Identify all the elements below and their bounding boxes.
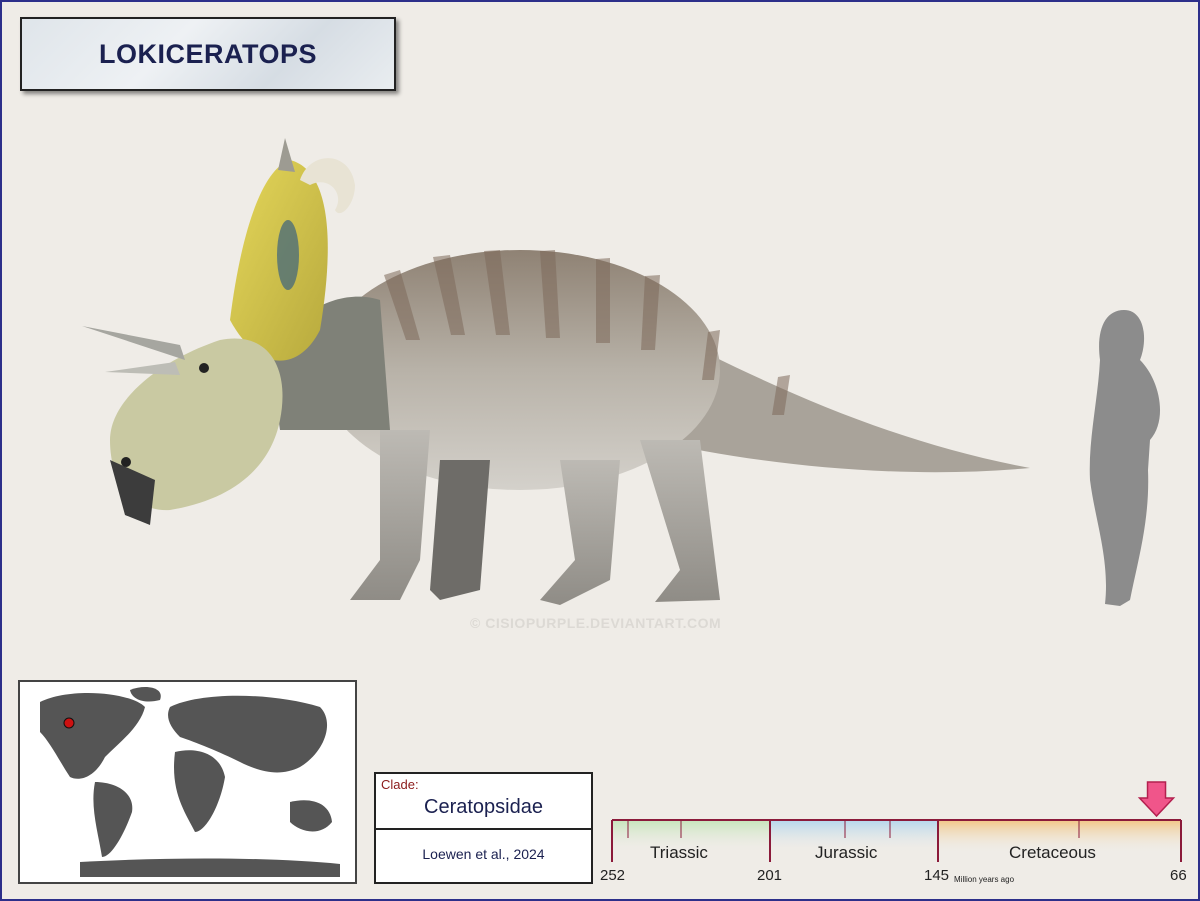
- tick-145: 145: [924, 867, 950, 884]
- clade-label: Clade:: [381, 777, 419, 792]
- period-jurassic: Jurassic: [815, 843, 878, 862]
- timeline-svg: [611, 781, 1182, 862]
- clade-reference: Loewen et al., 2024: [422, 846, 545, 862]
- clade-panel: Clade: Ceratopsidae Loewen et al., 2024: [374, 772, 593, 884]
- human-silhouette-icon: [1089, 310, 1161, 606]
- locality-dot: [63, 717, 75, 729]
- period-cretaceous: Cretaceous: [1009, 843, 1096, 862]
- period-triassic: Triassic: [650, 843, 708, 862]
- tick-252: 252: [600, 867, 626, 884]
- watermark-text: © CISIOPURPLE.DEVIANTART.COM: [470, 615, 722, 631]
- world-map: [18, 680, 357, 884]
- down-arrow-icon: [1137, 781, 1176, 818]
- tick-66: 66: [1170, 867, 1187, 884]
- map-svg: [40, 687, 340, 877]
- geologic-timeline: Triassic Jurassic Cretaceous 252 201 145…: [600, 780, 1200, 900]
- clade-name: Ceratopsidae: [424, 796, 543, 818]
- tick-unit: Million years ago: [954, 875, 1015, 884]
- tick-201: 201: [757, 867, 783, 884]
- clade-header: Clade: Ceratopsidae: [376, 774, 591, 830]
